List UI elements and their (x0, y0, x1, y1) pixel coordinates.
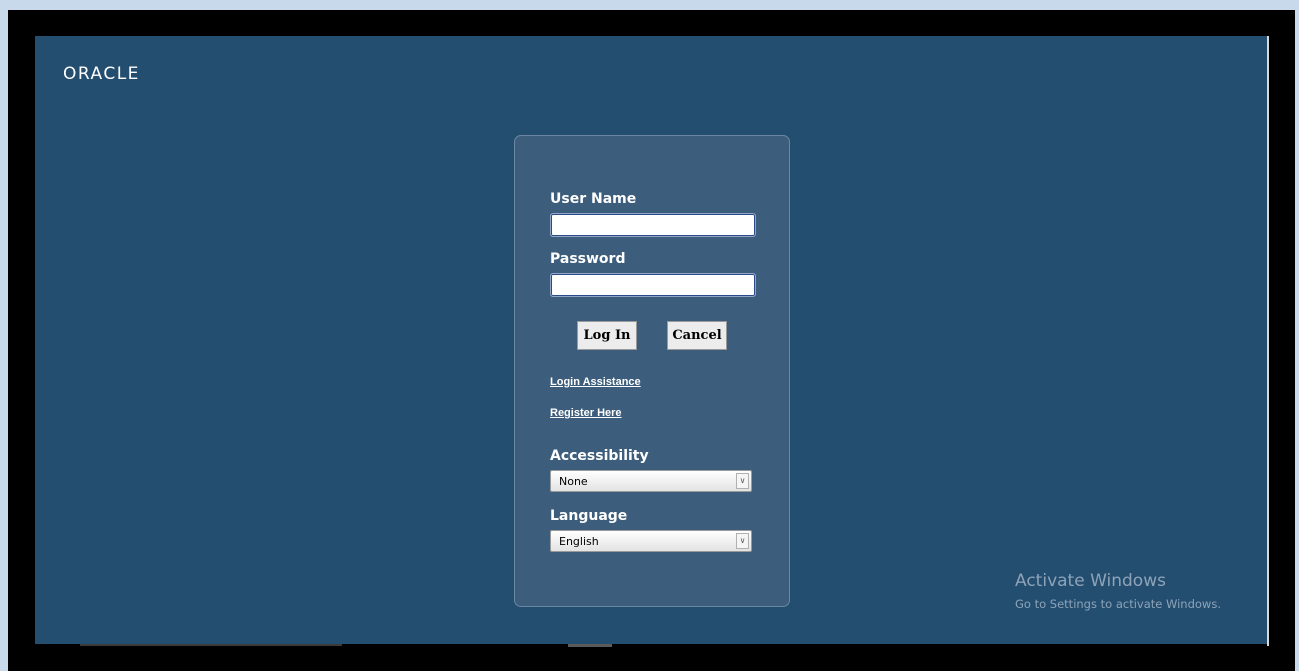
scrollbar-thumb[interactable] (568, 644, 612, 647)
activate-windows-title: Activate Windows (1015, 571, 1166, 591)
accessibility-label: Accessibility (550, 448, 649, 464)
password-label: Password (550, 251, 626, 267)
language-label: Language (550, 508, 628, 524)
register-link[interactable]: Register Here (550, 407, 622, 419)
login-panel: User Name Password Log In Cancel Login A… (514, 135, 790, 607)
accessibility-select-value: None (559, 475, 588, 488)
username-input[interactable] (550, 213, 756, 237)
window-edge (1267, 36, 1269, 646)
oracle-logo: ORACLE (63, 64, 140, 84)
activate-windows-subtitle: Go to Settings to activate Windows. (1015, 597, 1221, 611)
chevron-down-icon[interactable]: ∨ (736, 473, 749, 489)
login-page: ORACLE User Name Password Log In Cancel … (35, 36, 1267, 644)
username-label: User Name (550, 191, 637, 207)
password-input[interactable] (550, 273, 756, 297)
chevron-down-icon[interactable]: ∨ (736, 533, 749, 549)
cancel-button[interactable]: Cancel (667, 321, 727, 350)
accessibility-select[interactable]: None ∨ (550, 470, 752, 492)
language-select-value: English (559, 535, 599, 548)
language-select[interactable]: English ∨ (550, 530, 752, 552)
login-assistance-link[interactable]: Login Assistance (550, 376, 641, 388)
login-button[interactable]: Log In (577, 321, 637, 350)
scrollbar-track (80, 644, 342, 646)
